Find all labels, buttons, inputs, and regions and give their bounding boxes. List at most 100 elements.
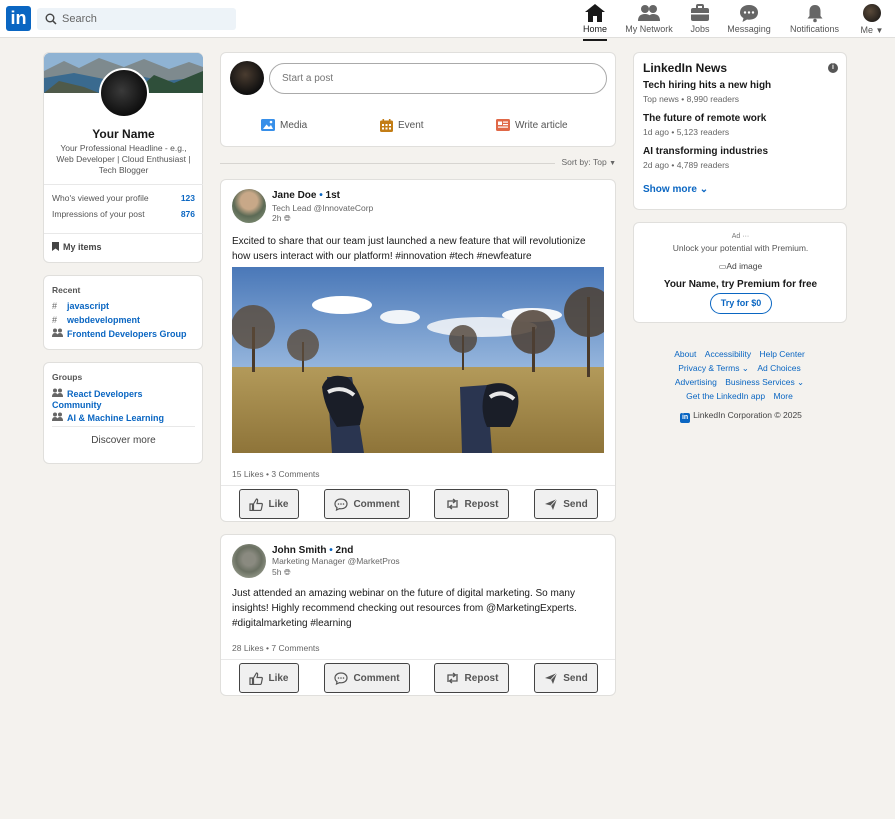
group-item-label: AI & Machine Learning (67, 413, 165, 423)
author-title: Tech Lead @InnovateCorp (272, 203, 374, 213)
author-avatar[interactable] (232, 189, 266, 223)
stat-label: Who's viewed your profile (52, 193, 149, 203)
copyright: in LinkedIn Corporation © 2025 (633, 410, 846, 423)
profile-headline: Your Professional Headline - e.g., Web D… (56, 143, 191, 175)
linkedin-logo-icon: in (680, 413, 691, 423)
stat-label: Impressions of your post (52, 209, 145, 219)
footer-link[interactable]: More (773, 391, 792, 401)
group-item-ai-ml[interactable]: AI & Machine Learning (52, 412, 164, 423)
recent-item-javascript[interactable]: # javascript (52, 301, 109, 311)
chevron-down-icon: ⌄ (699, 184, 709, 195)
footer-link[interactable]: Advertising (675, 377, 717, 387)
footer-links-row: Get the LinkedIn app More (633, 391, 846, 401)
recent-item-frontend-group[interactable]: Frontend Developers Group (52, 328, 187, 339)
like-button[interactable]: Like (239, 489, 299, 519)
profile-avatar[interactable] (99, 68, 149, 118)
comment-icon (334, 671, 349, 685)
footer-link[interactable]: Get the LinkedIn app (686, 391, 765, 401)
group-item-react[interactable]: React Developers Community (52, 388, 192, 411)
ad-image-alt: Ad image (726, 261, 763, 271)
footer-link[interactable]: Privacy & Terms ⌄ (678, 363, 749, 373)
search-bar[interactable] (37, 8, 236, 30)
composer-avatar (230, 61, 264, 95)
nav-notifications[interactable]: Notifications (788, 3, 841, 37)
image-icon (261, 119, 275, 131)
news-headline[interactable]: Tech hiring hits a new high (643, 80, 771, 91)
ad-label[interactable]: Ad ··· (634, 233, 847, 240)
repost-label: Repost (464, 672, 499, 684)
nav-jobs[interactable]: Jobs (689, 3, 711, 37)
media-button[interactable]: Media (261, 119, 307, 131)
footer-link[interactable]: Accessibility (705, 349, 751, 359)
stat-value: 876 (180, 209, 195, 219)
footer-link[interactable]: Ad Choices (757, 363, 800, 373)
send-button[interactable]: Send (534, 663, 598, 693)
post-text: Excited to share that our team just laun… (232, 236, 586, 262)
recent-item-label: Frontend Developers Group (67, 329, 187, 339)
nav-my-network[interactable]: My Network (624, 3, 674, 37)
profile-viewers-stat[interactable]: Who's viewed your profile 123 (52, 193, 195, 203)
caret-down-icon: ▼ (875, 26, 884, 35)
repost-icon (446, 672, 458, 684)
profile-name[interactable]: Your Name (44, 127, 203, 141)
post-time-text: 5h (272, 567, 282, 577)
reaction-counts[interactable]: 28 Likes • 7 Comments (232, 643, 320, 653)
write-article-button[interactable]: Write article (496, 119, 568, 131)
feed-post: John Smith • 2nd Marketing Manager @Mark… (220, 534, 616, 696)
show-more-label: Show more (643, 184, 697, 195)
author-avatar[interactable] (232, 544, 266, 578)
author-name: John Smith (272, 545, 327, 556)
post-author[interactable]: John Smith • 2nd (272, 545, 353, 556)
group-icon (52, 388, 67, 400)
nav-me[interactable]: Me ▼ (857, 3, 887, 37)
post-image[interactable] (232, 267, 604, 453)
sort-value: Top (592, 157, 607, 167)
separator-dot: • (319, 190, 323, 201)
media-label: Media (280, 119, 308, 131)
show-more-link[interactable]: Show more ⌄ (643, 184, 708, 195)
reaction-counts[interactable]: 15 Likes • 3 Comments (232, 469, 320, 479)
recent-item-webdevelopment[interactable]: # webdevelopment (52, 315, 140, 325)
repost-button[interactable]: Repost (434, 489, 509, 519)
repost-label: Repost (464, 498, 499, 510)
info-icon[interactable]: i (828, 63, 838, 73)
comment-button[interactable]: Comment (324, 489, 410, 519)
send-button[interactable]: Send (534, 489, 598, 519)
sort-label: Sort by: (561, 157, 591, 167)
comment-label: Comment (353, 672, 400, 684)
comment-label: Comment (353, 498, 400, 510)
nav-messaging[interactable]: Messaging (727, 3, 771, 37)
discover-more-link[interactable]: Discover more (44, 435, 203, 446)
try-premium-button[interactable]: Try for $0 (710, 293, 772, 314)
bell-icon (807, 5, 822, 23)
send-label: Send (563, 672, 588, 684)
post-author[interactable]: Jane Doe • 1st (272, 190, 340, 201)
footer-link[interactable]: Business Services ⌄ (725, 377, 804, 387)
footer-links-row: About Accessibility Help Center (633, 349, 846, 359)
post-impressions-stat[interactable]: Impressions of your post 876 (52, 209, 195, 219)
search-input[interactable] (62, 10, 227, 28)
post-text: Just attended an amazing webinar on the … (232, 588, 577, 629)
start-post-input[interactable] (269, 63, 607, 94)
repost-button[interactable]: Repost (434, 663, 509, 693)
news-headline[interactable]: The future of remote work (643, 113, 766, 124)
my-items-link[interactable]: My items (52, 242, 102, 252)
ad-card: Ad ··· Unlock your potential with Premiu… (633, 222, 847, 323)
linkedin-logo[interactable]: in (6, 6, 31, 31)
footer-link[interactable]: About (674, 349, 696, 359)
ad-image[interactable]: ▭Ad image (634, 261, 847, 271)
like-button[interactable]: Like (239, 663, 299, 693)
avatar (863, 4, 881, 22)
sort-dropdown[interactable]: Sort by: Top ▼ (561, 157, 616, 167)
groups-title: Groups (52, 372, 83, 382)
footer-link[interactable]: Help Center (759, 349, 804, 359)
divider (44, 233, 203, 234)
news-headline[interactable]: AI transforming industries (643, 146, 768, 157)
nav-home[interactable]: Home (583, 3, 607, 41)
send-icon (545, 672, 558, 684)
recent-item-label: javascript (67, 301, 110, 311)
comment-button[interactable]: Comment (324, 663, 410, 693)
hashtag-icon: # (52, 301, 58, 311)
event-button[interactable]: Event (380, 119, 424, 132)
send-label: Send (563, 498, 588, 510)
